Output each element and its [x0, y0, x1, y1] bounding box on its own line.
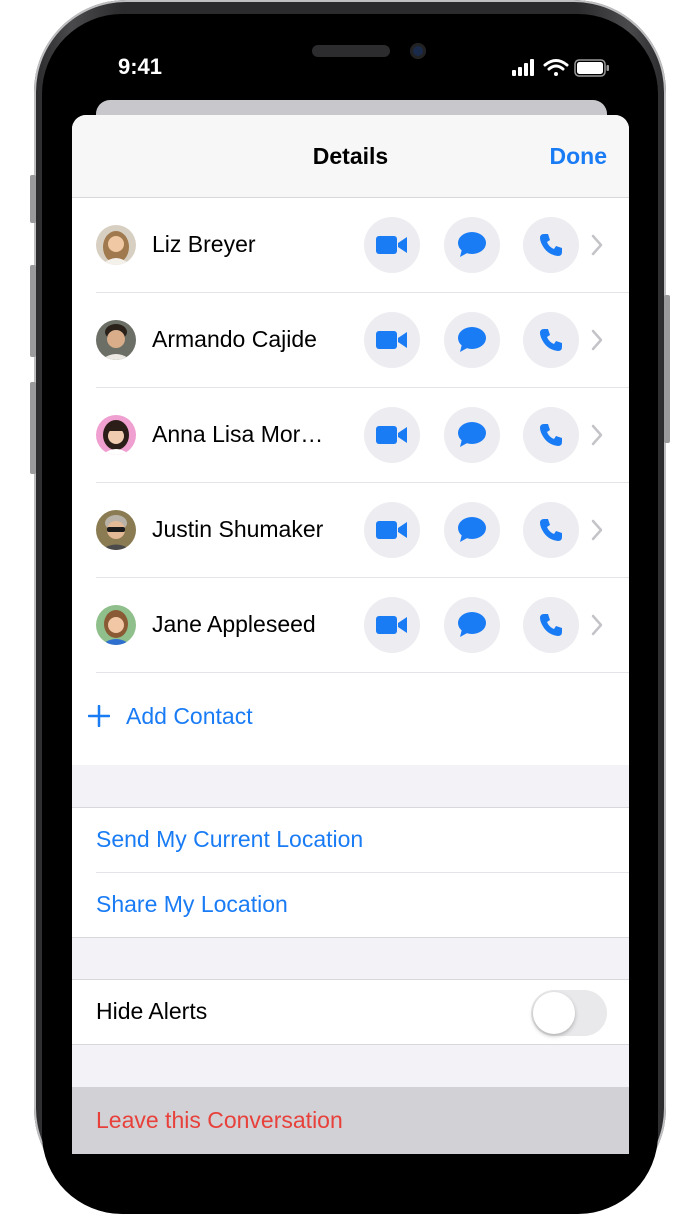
wifi-icon: [543, 59, 569, 76]
phone-icon: [540, 329, 562, 351]
contact-row[interactable]: Anna Lisa Mor…: [72, 388, 629, 483]
page-title: Details: [312, 143, 389, 169]
contact-row[interactable]: Jane Appleseed: [72, 578, 629, 673]
message-button[interactable]: [444, 597, 500, 653]
contact-name: Justin Shumaker: [152, 516, 324, 542]
video-call-icon: [376, 521, 407, 539]
status-time: 9:41: [118, 54, 163, 79]
message-button[interactable]: [444, 312, 500, 368]
leave-conversation-label: Leave this Conversation: [96, 1107, 343, 1133]
phone-call-button[interactable]: [523, 312, 579, 368]
chevron-right-icon[interactable]: [590, 233, 604, 257]
phone-call-button[interactable]: [523, 502, 579, 558]
plus-icon: [88, 705, 110, 727]
navigation-bar: Details Done: [72, 115, 629, 198]
details-sheet: Details Done Liz Breyer Armando Cajide A…: [72, 115, 629, 1154]
battery-icon: [574, 59, 609, 77]
contact-row[interactable]: Justin Shumaker: [72, 483, 629, 578]
message-icon: [458, 422, 486, 447]
send-current-location-link[interactable]: Send My Current Location: [96, 826, 363, 853]
chevron-right-icon[interactable]: [590, 423, 604, 447]
message-icon: [458, 517, 486, 542]
contact-name: Liz Breyer: [152, 231, 256, 257]
video-call-button[interactable]: [364, 407, 420, 463]
phone-call-button[interactable]: [523, 217, 579, 273]
message-icon: [458, 327, 486, 352]
front-camera: [410, 43, 426, 59]
add-contact-button[interactable]: Add Contact: [72, 673, 629, 765]
share-location-row[interactable]: Share My Location: [72, 873, 629, 937]
chevron-right-icon[interactable]: [590, 328, 604, 352]
toggle-knob: [533, 992, 575, 1034]
message-button[interactable]: [444, 502, 500, 558]
video-call-button[interactable]: [364, 502, 420, 558]
chevron-right-icon[interactable]: [590, 518, 604, 542]
send-current-location-row[interactable]: Send My Current Location: [72, 808, 629, 872]
cellular-signal-icon: [512, 59, 534, 76]
avatar: [96, 510, 136, 550]
contact-name: Armando Cajide: [152, 326, 317, 352]
avatar: [96, 320, 136, 360]
location-group: Send My Current Location Share My Locati…: [72, 807, 629, 938]
video-call-icon: [376, 616, 407, 634]
message-icon: [458, 612, 486, 637]
volume-down-button: [30, 382, 36, 474]
phone-call-button[interactable]: [523, 407, 579, 463]
phone-icon: [540, 519, 562, 541]
side-power-button: [664, 295, 670, 443]
contact-row[interactable]: Armando Cajide: [72, 293, 629, 388]
hide-alerts-toggle[interactable]: [531, 990, 607, 1036]
video-call-icon: [376, 426, 407, 444]
phone-icon: [540, 424, 562, 446]
leave-conversation-button[interactable]: Leave this Conversation: [72, 1087, 629, 1154]
message-button[interactable]: [444, 217, 500, 273]
video-call-icon: [376, 236, 407, 254]
contact-name: Anna Lisa Mor…: [152, 421, 324, 447]
contacts-list: Liz Breyer Armando Cajide Anna Lisa Mor……: [72, 198, 629, 765]
video-call-button[interactable]: [364, 217, 420, 273]
avatar: [96, 225, 136, 265]
done-button[interactable]: Done: [550, 143, 608, 170]
hide-alerts-label: Hide Alerts: [96, 998, 208, 1024]
phone-icon: [540, 614, 562, 636]
video-call-button[interactable]: [364, 597, 420, 653]
video-call-icon: [376, 331, 407, 349]
chevron-right-icon[interactable]: [590, 613, 604, 637]
earpiece-speaker: [312, 45, 390, 57]
share-location-link[interactable]: Share My Location: [96, 891, 288, 918]
contact-row[interactable]: Liz Breyer: [72, 198, 629, 293]
avatar: [96, 415, 136, 455]
alerts-group: Hide Alerts: [72, 979, 629, 1045]
avatar: [96, 605, 136, 645]
silent-switch: [30, 175, 36, 223]
video-call-button[interactable]: [364, 312, 420, 368]
message-icon: [458, 232, 486, 257]
phone-icon: [540, 234, 562, 256]
phone-call-button[interactable]: [523, 597, 579, 653]
contact-name: Jane Appleseed: [152, 611, 316, 637]
volume-up-button: [30, 265, 36, 357]
add-contact-label: Add Contact: [126, 703, 253, 729]
status-icons: [510, 58, 610, 78]
message-button[interactable]: [444, 407, 500, 463]
